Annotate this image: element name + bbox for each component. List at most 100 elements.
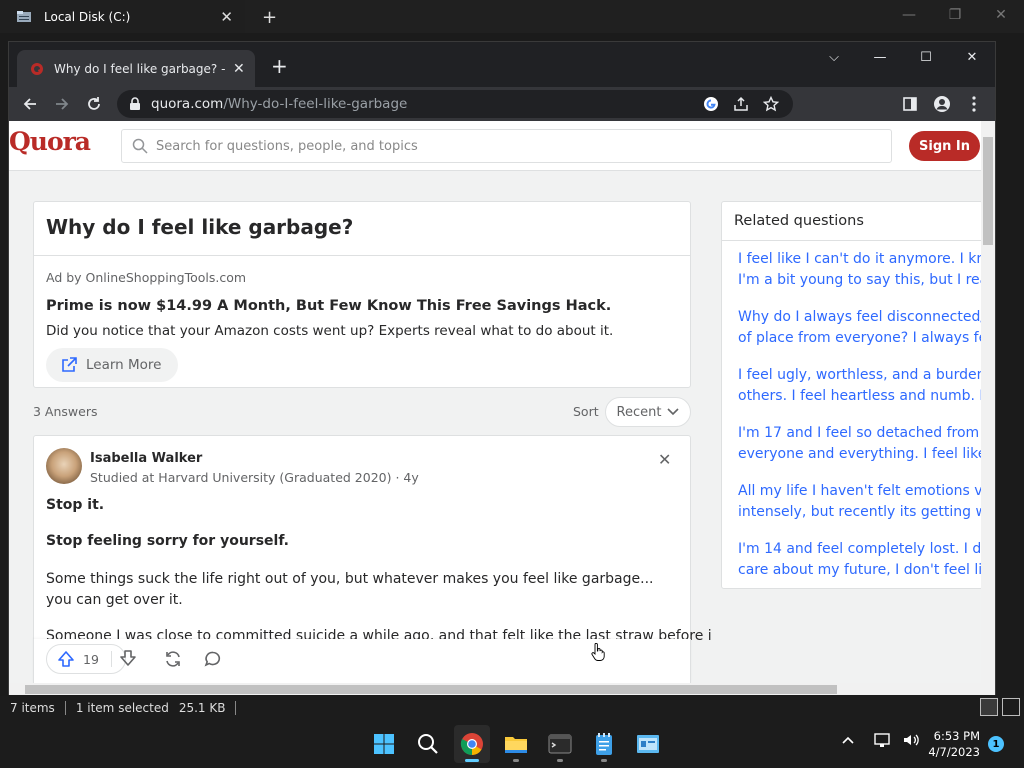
search-box[interactable] (121, 129, 892, 163)
quora-logo[interactable]: Quora (9, 127, 91, 156)
running-indicator (513, 759, 519, 762)
related-heading: Related questions (734, 213, 864, 229)
related-line: Why do I always feel disconnected/out (738, 309, 981, 325)
nav-buttons (19, 93, 105, 115)
reload-button[interactable] (83, 93, 105, 115)
folder-icon (505, 737, 527, 753)
notification-badge[interactable]: 1 (988, 736, 1004, 752)
explorer-new-tab-button[interactable]: + (262, 7, 277, 28)
close-icon[interactable]: ✕ (949, 42, 995, 72)
windows-logo-icon (374, 734, 394, 754)
ad-headline[interactable]: Prime is now $14.99 A Month, But Few Kno… (46, 298, 611, 314)
taskbar-terminal[interactable] (542, 725, 578, 763)
control-panel-icon (637, 735, 659, 753)
share-icon[interactable] (164, 650, 182, 668)
new-tab-button[interactable]: + (271, 56, 288, 76)
related-line: intensely, but recently its getting wors… (738, 504, 981, 520)
upvote-button[interactable]: 19 (46, 644, 136, 674)
system-tray (842, 732, 920, 748)
ad-by-label[interactable]: Ad by OnlineShoppingTools.com (46, 270, 246, 285)
related-line: of place from everyone? I always felt (738, 330, 981, 346)
explorer-tab[interactable]: Local Disk (C:) ✕ (0, 0, 245, 33)
start-button[interactable] (366, 725, 402, 763)
tab-search-icon[interactable]: ⌵ (811, 42, 857, 72)
profile-icon[interactable] (931, 93, 953, 115)
avatar[interactable] (46, 448, 82, 484)
taskbar-file-explorer[interactable] (498, 725, 534, 763)
related-line: others. I feel heartless and numb. How (738, 388, 981, 404)
comment-icon[interactable] (204, 650, 222, 668)
chevron-up-icon[interactable] (842, 736, 854, 744)
explorer-tab-title: Local Disk (C:) (44, 9, 131, 24)
selection-info: 1 item selected (75, 701, 169, 715)
divider (235, 701, 237, 715)
lock-icon[interactable] (129, 97, 141, 111)
network-icon[interactable] (874, 732, 892, 748)
answer-paragraph: Some things suck the life right out of y… (46, 571, 654, 608)
sort-dropdown[interactable]: Recent (605, 397, 691, 427)
google-icon[interactable] (703, 96, 719, 112)
close-icon[interactable]: ✕ (978, 0, 1024, 30)
search-input[interactable] (156, 138, 856, 154)
question-card: Why do I feel like garbage? Ad by Online… (33, 201, 691, 388)
close-icon[interactable]: ✕ (220, 8, 233, 26)
share-icon[interactable] (733, 96, 749, 112)
tab-close-icon[interactable]: ✕ (233, 61, 245, 77)
terminal-icon (548, 734, 572, 754)
upvote-count: 19 (83, 651, 99, 667)
taskbar-chrome[interactable] (454, 725, 490, 763)
related-line: I'm a bit young to say this, but I reall… (738, 272, 981, 288)
related-question-link[interactable]: Why do I always feel disconnected/out of … (738, 307, 981, 349)
running-indicator (601, 759, 607, 762)
details-view-icon[interactable] (980, 698, 998, 716)
chrome-window-controls: ⌵ — ☐ ✕ (811, 42, 995, 72)
url-text: quora.com/Why-do-I-feel-like-garbage (151, 96, 703, 112)
chrome-tab-active[interactable]: Why do I feel like garbage? - Quora ✕ (17, 50, 255, 87)
tiles-view-icon[interactable] (1002, 698, 1020, 716)
minimize-icon[interactable]: — (857, 42, 903, 72)
minimize-icon[interactable]: — (886, 0, 932, 30)
author-credential[interactable]: Studied at Harvard University (Graduated… (90, 470, 419, 485)
sign-in-button[interactable]: Sign In (909, 131, 980, 161)
folder-icon (16, 10, 32, 24)
chrome-window: Why do I feel like garbage? - Quora ✕ + … (8, 41, 996, 695)
taskbar-clock[interactable]: 6:53 PM 4/7/2023 (918, 728, 980, 760)
related-question-link[interactable]: All my life I haven't felt emotions very… (738, 481, 981, 523)
bookmark-star-icon[interactable] (763, 96, 779, 112)
learn-more-button[interactable]: Learn More (46, 348, 178, 382)
side-panel-icon[interactable] (899, 93, 921, 115)
horizontal-scroll-thumb[interactable] (25, 685, 837, 694)
view-toggle (980, 698, 1020, 716)
ad-text: Did you notice that your Amazon costs we… (46, 323, 614, 339)
related-questions-panel: Related questions I feel like I can't do… (721, 201, 981, 589)
quora-favicon-icon (30, 62, 44, 76)
menu-kebab-icon[interactable] (963, 93, 985, 115)
author-name[interactable]: Isabella Walker (90, 451, 202, 466)
explorer-status-bar: 7 items 1 item selected 25.1 KB (0, 696, 1024, 720)
taskbar-search-button[interactable] (410, 725, 446, 763)
related-question-link[interactable]: I feel ugly, worthless, and a burden to o… (738, 365, 981, 407)
close-icon[interactable]: ✕ (658, 450, 671, 469)
hand-cursor-icon (591, 643, 605, 661)
related-line: All my life I haven't felt emotions very (738, 483, 981, 499)
downvote-arrow-icon (120, 650, 136, 666)
vertical-scroll-thumb[interactable] (983, 137, 993, 245)
related-question-link[interactable]: I'm 17 and I feel so detached from everyo… (738, 423, 981, 465)
forward-button[interactable] (51, 93, 73, 115)
taskbar-notepad[interactable] (586, 725, 622, 763)
related-line: I'm 14 and feel completely lost. I don't (738, 541, 981, 557)
related-question-link[interactable]: I feel like I can't do it anymore. I kno… (738, 249, 981, 291)
chrome-toolbar: quora.com/Why-do-I-feel-like-garbage (9, 87, 995, 121)
divider (722, 240, 981, 241)
downvote-button[interactable] (119, 649, 137, 667)
learn-more-label: Learn More (86, 357, 162, 373)
address-bar[interactable]: quora.com/Why-do-I-feel-like-garbage (117, 90, 793, 118)
restore-icon[interactable]: ❐ (932, 0, 978, 30)
taskbar-control-panel[interactable] (630, 725, 666, 763)
chrome-icon (460, 733, 483, 755)
back-button[interactable] (19, 93, 41, 115)
related-line: everyone and everything. I feel like I (738, 446, 981, 462)
divider (34, 255, 690, 256)
maximize-icon[interactable]: ☐ (903, 42, 949, 72)
related-question-link[interactable]: I'm 14 and feel completely lost. I don't… (738, 539, 981, 581)
